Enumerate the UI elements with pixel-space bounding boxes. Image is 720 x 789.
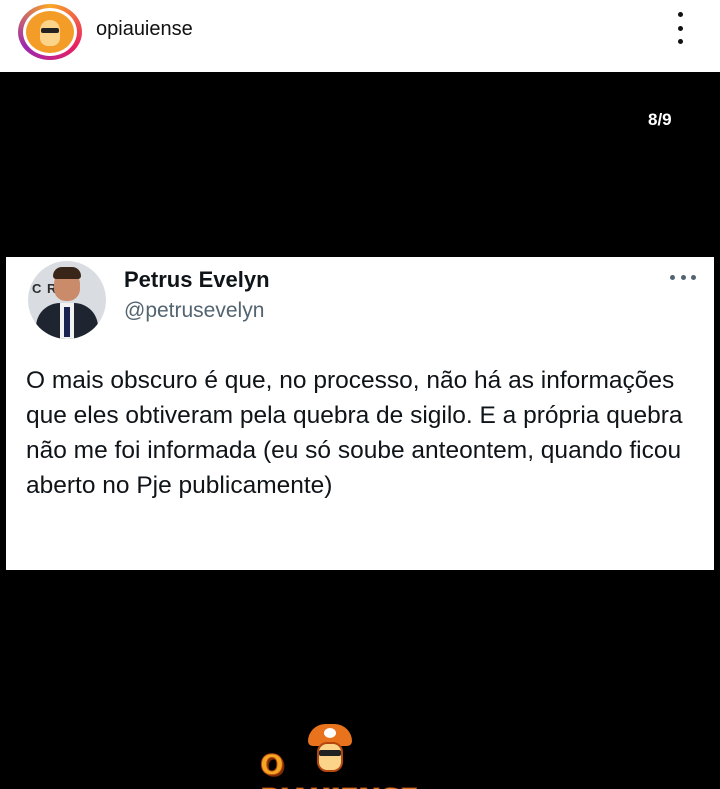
tweet-text: O mais obscuro é que, no processo, não h… bbox=[26, 367, 683, 499]
brand-logo: O PIAUIENSE bbox=[260, 722, 446, 789]
profile-avatar[interactable] bbox=[18, 4, 82, 60]
tweet-author-name: Petrus Evelyn bbox=[124, 267, 270, 292]
post-header: opiauiense bbox=[0, 0, 720, 72]
tweet-author-avatar: C RU bbox=[28, 261, 106, 339]
mascot-avatar-icon bbox=[26, 11, 74, 53]
brand-logo-text: O PIAUIENSE bbox=[260, 748, 420, 789]
more-vertical-icon[interactable] bbox=[670, 12, 690, 44]
profile-username[interactable]: opiauiense bbox=[96, 18, 193, 41]
mascot-icon bbox=[308, 724, 352, 774]
tweet-author-handle: @petrusevelyn bbox=[124, 299, 265, 322]
carousel-counter: 8/9 bbox=[648, 110, 672, 129]
more-horizontal-icon bbox=[670, 275, 696, 281]
tweet-card: C RU Petrus Evelyn @petrusevelyn O mais … bbox=[6, 257, 714, 570]
